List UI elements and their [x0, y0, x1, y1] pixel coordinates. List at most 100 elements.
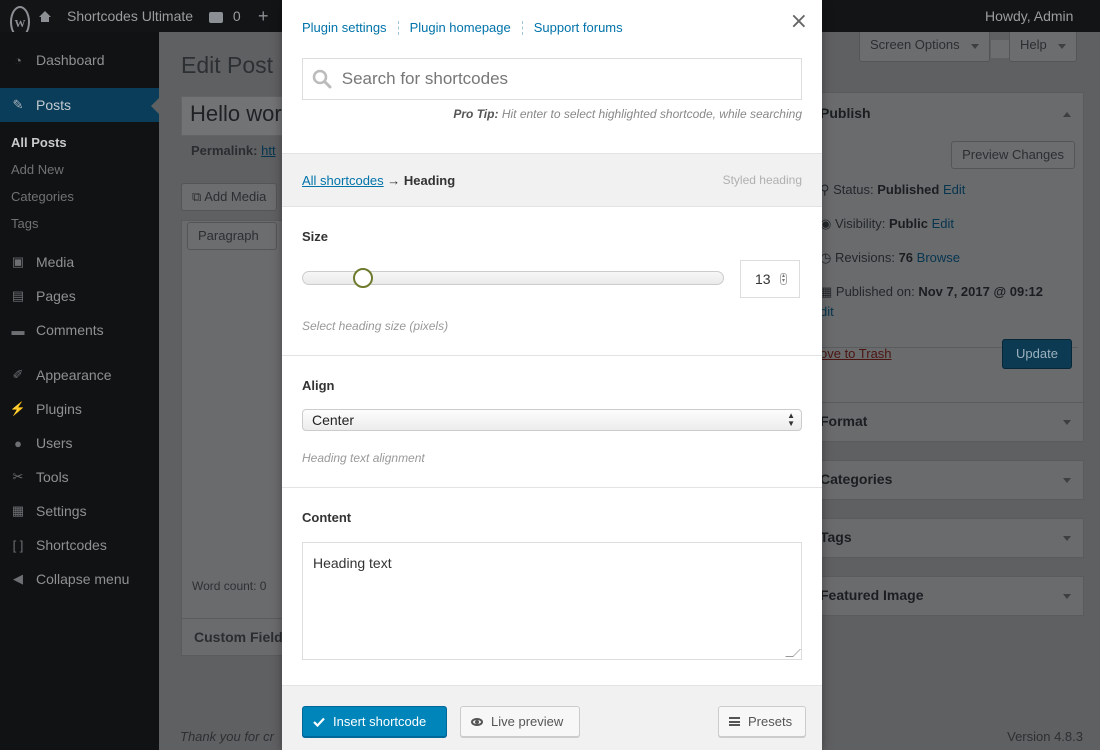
comments-link[interactable]: 0: [209, 0, 241, 32]
shortcode-description: Styled heading: [722, 173, 802, 187]
menu-plugins[interactable]: ⚡ Plugins: [0, 392, 159, 426]
update-button[interactable]: Update: [1002, 339, 1072, 369]
breadcrumb: All shortcodes → Heading: [302, 173, 455, 188]
permalink-link[interactable]: htt: [261, 143, 275, 158]
calendar-icon: ▦: [820, 284, 836, 299]
visibility-edit-link[interactable]: Edit: [932, 216, 954, 231]
menu-collapse[interactable]: ◀ Collapse menu: [0, 562, 159, 596]
categories-box[interactable]: Categories: [814, 460, 1084, 500]
status-edit-link[interactable]: Edit: [943, 182, 965, 197]
chevron-down-icon: [1058, 44, 1067, 49]
submenu-tags[interactable]: Tags: [11, 216, 38, 231]
help-button[interactable]: Help: [1009, 32, 1078, 62]
content-textarea[interactable]: Heading text: [302, 542, 802, 660]
live-preview-button[interactable]: Live preview: [460, 706, 580, 737]
submenu-categories[interactable]: Categories: [11, 189, 74, 204]
menu-comments-label: Comments: [36, 322, 104, 338]
menu-dashboard-label: Dashboard: [36, 52, 105, 68]
media-icon: ▣: [11, 254, 25, 269]
breadcrumb-arrow: →: [387, 173, 401, 188]
size-number-input[interactable]: 13 ▴ ▾: [740, 260, 800, 298]
menu-comments[interactable]: ▬ Comments: [0, 313, 159, 347]
plugin-settings-link[interactable]: Plugin settings: [302, 20, 387, 35]
plugin-homepage-link[interactable]: Plugin homepage: [410, 20, 511, 35]
menu-media-label: Media: [36, 254, 75, 270]
menu-appearance[interactable]: ✐ Appearance: [0, 358, 159, 392]
published-value: Nov 7, 2017 @ 09:12: [918, 284, 1044, 299]
select-arrows-icon: ▲ ▼: [787, 411, 795, 428]
menu-tools-label: Tools: [36, 469, 69, 485]
content-textarea-value: Heading text: [313, 555, 392, 571]
pro-tip-label: Pro Tip:: [453, 107, 499, 121]
published-edit-link[interactable]: dit: [820, 304, 834, 319]
menu-users[interactable]: ● Users: [0, 426, 159, 460]
format-box[interactable]: Format: [814, 402, 1084, 442]
new-content-plus-icon[interactable]: +: [258, 0, 269, 32]
browse-link[interactable]: Browse: [917, 250, 960, 265]
field-divider: [282, 355, 822, 356]
chevron-down-icon: [1063, 478, 1071, 483]
footer-version: Version 4.8.3: [1007, 729, 1083, 744]
size-label: Size: [302, 229, 329, 244]
size-slider-handle[interactable]: [353, 268, 374, 288]
visibility-value: Public: [888, 216, 928, 231]
add-media-button[interactable]: ⧉ Add Media: [181, 183, 278, 211]
featured-image-box-title: Featured Image: [820, 587, 924, 603]
home-icon[interactable]: [37, 0, 53, 32]
menu-icon: [729, 717, 740, 726]
resize-grip-icon[interactable]: [785, 649, 801, 657]
format-box-title: Format: [820, 413, 868, 429]
number-spinner-icon[interactable]: ▴ ▾: [780, 273, 787, 285]
presets-button[interactable]: Presets: [718, 706, 806, 737]
menu-pages[interactable]: ▤ Pages: [0, 279, 159, 313]
size-number-value: 13: [755, 271, 771, 287]
pro-tip-text: Hit enter to select highlighted shortcod…: [501, 107, 802, 121]
menu-posts[interactable]: ✎ Posts: [0, 88, 159, 122]
wrench-icon: ✂: [12, 469, 24, 484]
menu-dashboard[interactable]: ◔ Dashboard: [0, 43, 159, 77]
my-account-link[interactable]: Howdy, Admin: [985, 0, 1100, 59]
align-select-value: Center: [312, 412, 355, 428]
format-select[interactable]: Paragraph: [187, 222, 277, 250]
word-count: Word count: 0: [192, 579, 267, 593]
revisions-label: Revisions:: [834, 250, 895, 265]
insert-shortcode-button[interactable]: Insert shortcode: [302, 706, 447, 737]
brackets-icon: [ ]: [12, 537, 24, 553]
site-name-link[interactable]: Shortcodes Ultimate: [67, 0, 193, 32]
page-title: Edit Post: [181, 52, 274, 78]
move-to-trash-link[interactable]: ove to Trash: [820, 346, 892, 361]
chevron-down-icon: [1063, 420, 1071, 425]
settings-icon: ▦: [11, 503, 25, 518]
pages-icon: ▤: [11, 288, 25, 303]
content-label: Content: [302, 510, 352, 525]
eye-icon: ◉: [820, 216, 835, 231]
breadcrumb-bar: All shortcodes → Heading Styled heading: [282, 153, 822, 207]
support-forums-link[interactable]: Support forums: [534, 20, 623, 35]
menu-shortcodes[interactable]: [ ] Shortcodes: [0, 528, 159, 562]
menu-media[interactable]: ▣ Media: [0, 245, 159, 279]
menu-pages-label: Pages: [36, 288, 76, 304]
preview-changes-button[interactable]: Preview Changes: [951, 141, 1075, 169]
pro-tip: Pro Tip: Hit enter to select highlighted…: [453, 107, 802, 121]
eye-icon: [471, 717, 483, 726]
close-icon[interactable]: ×: [790, 9, 808, 34]
featured-image-box[interactable]: Featured Image: [814, 576, 1084, 616]
submenu-all-posts[interactable]: All Posts: [11, 135, 67, 150]
custom-fields-title: Custom Field: [194, 629, 283, 645]
admin-sidebar: ◔ Dashboard ✎ Posts All Posts Add New Ca…: [0, 32, 159, 750]
publish-title: Publish: [820, 105, 871, 121]
submenu-add-new[interactable]: Add New: [11, 162, 64, 177]
screen-options-button[interactable]: Screen Options: [859, 32, 991, 62]
shortcode-search-input[interactable]: [341, 59, 801, 99]
chevron-up-icon[interactable]: [1063, 112, 1071, 117]
tags-box[interactable]: Tags: [814, 518, 1084, 558]
menu-tools[interactable]: ✂ Tools: [0, 460, 159, 494]
menu-settings[interactable]: ▦ Settings: [0, 494, 159, 528]
all-shortcodes-link[interactable]: All shortcodes: [302, 173, 384, 188]
published-label: Published on:: [835, 284, 915, 299]
align-select[interactable]: Center ▲ ▼: [302, 409, 802, 431]
categories-box-title: Categories: [820, 471, 893, 487]
modal-top-links: Plugin settings Plugin homepage Support …: [302, 20, 623, 35]
chevron-down-icon: [971, 44, 980, 49]
checkmark-icon: [313, 717, 325, 727]
